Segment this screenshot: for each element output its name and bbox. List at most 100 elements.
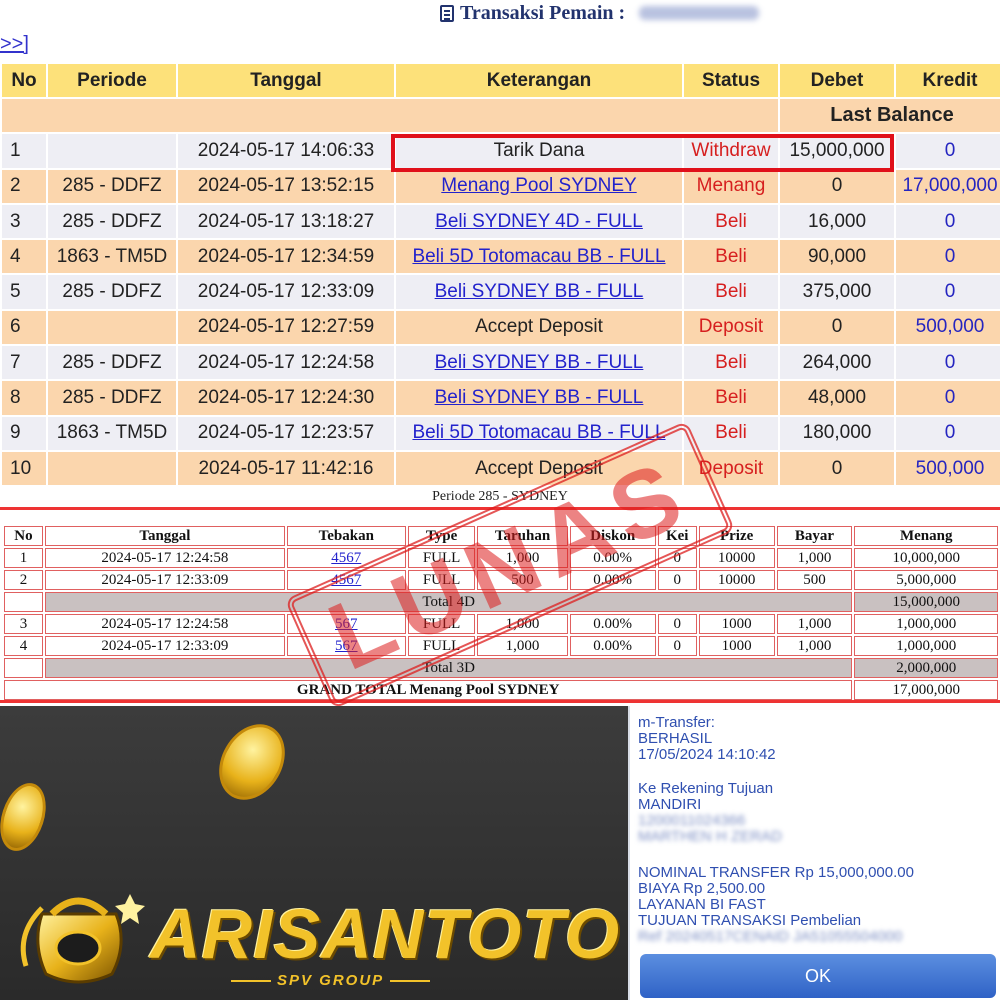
cell-no: 8 [2, 381, 46, 415]
detail-header-tanggal: Tanggal [44, 526, 285, 546]
detail-header-bayar: Bayar [776, 526, 853, 546]
transaction-row: 9 1863 - TM5D 2024-05-17 12:23:57 Beli 5D T… [2, 416, 1000, 450]
cell-periode: 1863 - TM5D [48, 240, 176, 274]
receipt-purpose: TUJUAN TRANSAKSI Pembelian [638, 912, 862, 929]
cell-keterangan: Accept Deposit [396, 310, 682, 345]
cell-keterangan: Beli SYDNEY BB - FULL [396, 275, 682, 309]
cell-no: 1 [2, 134, 46, 168]
cell-tanggal: 2024-05-17 12:27:59 [178, 310, 394, 345]
bet-cell-kei: 0 [657, 614, 697, 634]
next-page-link[interactable]: >>] [0, 33, 29, 56]
receipt-ref-blurred: Ref 20240517CENAID JA51055504000 [638, 928, 903, 945]
cell-no: 6 [2, 310, 46, 345]
bet-detail-table: No Tanggal Tebakan Type Taruhan Diskon K… [2, 524, 1000, 702]
cell-kredit: 17,000,000 [896, 169, 1000, 203]
receipt-bank: MANDIRI [638, 796, 702, 813]
periode-caption: Periode 285 - SYDNEY [432, 489, 568, 504]
cell-periode [48, 310, 176, 345]
transaction-description-link[interactable]: Beli SYDNEY 4D - FULL [435, 211, 643, 232]
cell-kredit: 0 [896, 240, 1000, 274]
bet-cell-bayar: 500 [776, 570, 853, 590]
cell-keterangan: Menang Pool SYDNEY [396, 169, 682, 203]
cell-tanggal: 2024-05-17 13:52:15 [178, 169, 394, 203]
tebakan-link[interactable]: 567 [335, 616, 358, 632]
detail-header-taruhan: Taruhan [477, 526, 568, 546]
tebakan-link[interactable]: 4567 [331, 550, 361, 566]
bet-cell-tanggal: 2024-05-17 12:24:58 [44, 548, 285, 568]
total-4d-label: Total 4D [44, 592, 853, 612]
detail-header-kei: Kei [657, 526, 697, 546]
total-3d-label: Total 3D [44, 658, 853, 678]
cell-keterangan: Beli 5D Totomacau BB - FULL [396, 416, 682, 450]
cell-kredit: 0 [896, 346, 1000, 380]
transaction-description-link[interactable]: Beli SYDNEY BB - FULL [435, 281, 644, 302]
cell-debet: 0 [780, 451, 894, 486]
bet-cell-tanggal: 2024-05-17 12:33:09 [44, 570, 285, 590]
cell-status: Deposit [684, 310, 778, 345]
bet-cell-no: 3 [4, 614, 43, 634]
cell-no: 3 [2, 204, 46, 239]
receipt-type: m-Transfer: [638, 714, 715, 731]
receipt-nominal: NOMINAL TRANSFER Rp 15,000,000.00 [638, 864, 914, 881]
receipt-service: LAYANAN BI FAST [638, 896, 766, 913]
transaction-row: 5 285 - DDFZ 2024-05-17 12:33:09 Beli SYDNE… [2, 275, 1000, 309]
bet-cell-tebakan: 4567 [286, 570, 406, 590]
ok-button[interactable]: OK [640, 954, 996, 998]
receipt-datetime: 17/05/2024 14:10:42 [638, 746, 776, 763]
total-4d-row: Total 4D 15,000,000 [4, 592, 998, 612]
detail-header-prize: Prize [698, 526, 775, 546]
bet-cell-taruhan: 1,000 [477, 548, 568, 568]
cell-keterangan: Accept Deposit [396, 451, 682, 486]
transaction-row: 8 285 - DDFZ 2024-05-17 12:24:30 Beli SYDNE… [2, 381, 1000, 415]
bet-cell-no: 2 [4, 570, 43, 590]
cell-keterangan: Beli 5D Totomacau BB - FULL [396, 240, 682, 274]
transaction-description-link[interactable]: Beli SYDNEY BB - FULL [435, 387, 644, 408]
cell-periode: 285 - DDFZ [48, 381, 176, 415]
column-header-status: Status [684, 64, 778, 97]
bet-cell-taruhan: 1,000 [477, 636, 568, 656]
bet-cell-kei: 0 [657, 548, 697, 568]
transaction-description-link[interactable]: Menang Pool SYDNEY [441, 175, 636, 196]
column-header-keterangan: Keterangan [396, 64, 682, 97]
cell-kredit: 0 [896, 416, 1000, 450]
tebakan-link[interactable]: 4567 [331, 572, 361, 588]
tebakan-link[interactable]: 567 [335, 638, 358, 654]
transaction-row: 1 2024-05-17 14:06:33 Tarik Dana Withdraw 15… [2, 134, 1000, 168]
cell-periode: 285 - DDFZ [48, 204, 176, 239]
cell-debet: 15,000,000 [780, 134, 894, 168]
receipt-account-blurred: 1200011024366 [638, 812, 746, 829]
cell-tanggal: 2024-05-17 12:34:59 [178, 240, 394, 274]
column-header-periode: Periode [48, 64, 176, 97]
transaction-description-link[interactable]: Beli SYDNEY BB - FULL [435, 352, 644, 373]
cell-debet: 16,000 [780, 204, 894, 239]
bet-cell-type: FULL [407, 614, 476, 634]
brand-tagline: SPV GROUP [225, 972, 436, 989]
transaction-description-link[interactable]: Beli 5D Totomacau BB - FULL [412, 422, 665, 443]
receipt-name-blurred: MARTHEN H ZERAD [638, 828, 782, 845]
cell-periode [48, 134, 176, 168]
last-balance-row: Last Balance [2, 99, 1000, 133]
column-header-no: No [2, 64, 46, 97]
cell-keterangan: Beli SYDNEY 4D - FULL [396, 204, 682, 239]
bet-cell-bayar: 1,000 [776, 614, 853, 634]
bet-cell-bayar: 1,000 [776, 636, 853, 656]
receipt-destination-label: Ke Rekening Tujuan [638, 780, 774, 797]
cell-debet: 48,000 [780, 381, 894, 415]
transaction-row: 6 2024-05-17 12:27:59 Accept Deposit Deposi… [2, 310, 1000, 345]
cell-no: 9 [2, 416, 46, 450]
cell-debet: 0 [780, 310, 894, 345]
transfer-receipt: m-Transfer: BERHASIL 17/05/2024 14:10:42… [628, 706, 1000, 1000]
cell-tanggal: 2024-05-17 12:33:09 [178, 275, 394, 309]
periode-detail-panel: No Tanggal Tebakan Type Taruhan Diskon K… [0, 507, 1000, 703]
cell-tanggal: 2024-05-17 12:24:58 [178, 346, 394, 380]
brand-name: ARISANTOTO [150, 895, 621, 973]
cell-debet: 264,000 [780, 346, 894, 380]
detail-header-menang: Menang [854, 526, 998, 546]
bet-cell-taruhan: 1,000 [477, 614, 568, 634]
bet-cell-tanggal: 2024-05-17 12:33:09 [44, 636, 285, 656]
table-header-row: No Periode Tanggal Keterangan Status Deb… [2, 64, 1000, 97]
bet-cell-taruhan: 500 [477, 570, 568, 590]
transaction-description-link[interactable]: Beli 5D Totomacau BB - FULL [412, 246, 665, 267]
page-title: Transaksi Pemain : [460, 1, 626, 24]
cell-status: Beli [684, 416, 778, 450]
